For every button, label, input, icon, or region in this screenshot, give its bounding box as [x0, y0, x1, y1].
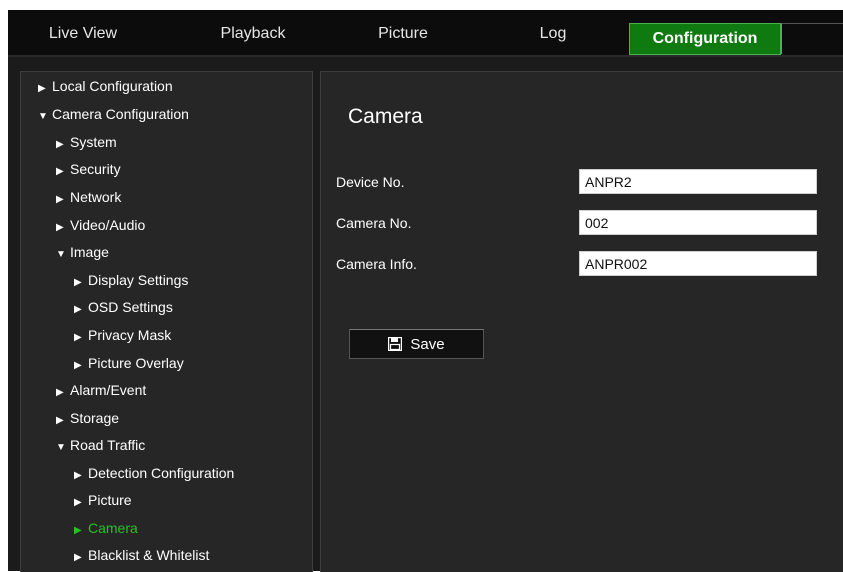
triangle-down-icon: ▼	[56, 442, 66, 453]
sidebar-item-picture[interactable]: ▶ Picture	[74, 489, 132, 511]
sidebar-item-alarm-event[interactable]: ▶ Alarm/Event	[56, 379, 146, 401]
sidebar-item-privacy-mask[interactable]: ▶ Privacy Mask	[74, 324, 171, 346]
tab-live-view[interactable]: Live View	[8, 10, 158, 55]
configuration-sidebar: ▶ Local Configuration ▼ Camera Configurati…	[20, 71, 313, 572]
nav-divider	[781, 23, 843, 54]
sidebar-item-display-settings[interactable]: ▶ Display Settings	[74, 269, 188, 291]
device-no-field[interactable]	[579, 169, 817, 194]
triangle-right-icon: ▶	[74, 332, 82, 343]
sidebar-item-label: Road Traffic	[70, 437, 146, 453]
triangle-down-icon: ▼	[38, 111, 48, 122]
sidebar-item-label: Detection Configuration	[88, 465, 235, 481]
triangle-right-icon: ▶	[56, 139, 64, 150]
sidebar-item-label: Blacklist & Whitelist	[88, 547, 210, 563]
triangle-right-icon: ▶	[56, 194, 64, 205]
triangle-right-icon: ▶	[74, 277, 82, 288]
sidebar-item-video-audio[interactable]: ▶ Video/Audio	[56, 214, 145, 236]
sidebar-item-network[interactable]: ▶ Network	[56, 186, 121, 208]
sidebar-item-blacklist-whitelist[interactable]: ▶ Blacklist & Whitelist	[74, 544, 209, 566]
sidebar-item-label: Video/Audio	[70, 217, 146, 233]
camera-info-field[interactable]	[579, 251, 817, 276]
triangle-right-icon: ▶	[56, 166, 64, 177]
triangle-right-icon: ▶	[38, 83, 46, 94]
sidebar-item-storage[interactable]: ▶ Storage	[56, 407, 119, 429]
triangle-right-icon: ▶	[74, 552, 82, 563]
sidebar-item-label: Storage	[70, 410, 120, 426]
sidebar-item-picture-overlay[interactable]: ▶ Picture Overlay	[74, 352, 184, 374]
sidebar-item-label: Camera Configuration	[52, 106, 189, 122]
tab-configuration[interactable]: Configuration	[629, 23, 781, 55]
tab-picture[interactable]: Picture	[328, 10, 478, 55]
sidebar-item-system[interactable]: ▶ System	[56, 131, 117, 153]
save-button[interactable]: Save	[349, 329, 484, 359]
app-window: Live View Playback Picture Log Configura…	[8, 10, 843, 572]
sidebar-item-label: Network	[70, 189, 122, 205]
floppy-disk-icon	[388, 337, 403, 351]
top-navigation: Live View Playback Picture Log Configura…	[8, 10, 843, 57]
triangle-right-icon: ▶	[56, 387, 64, 398]
device-no-label: Device No.	[336, 174, 405, 190]
camera-settings-panel: Camera Device No. Camera No. Camera Info…	[320, 71, 843, 572]
sidebar-item-camera[interactable]: ▶ Camera	[74, 517, 138, 539]
sidebar-item-label: Security	[70, 161, 121, 177]
sidebar-item-camera-configuration[interactable]: ▼ Camera Configuration	[38, 103, 189, 125]
sidebar-item-label: OSD Settings	[88, 299, 173, 315]
triangle-right-icon: ▶	[74, 304, 82, 315]
sidebar-item-label: Image	[70, 244, 109, 260]
sidebar-item-label: Display Settings	[88, 272, 189, 288]
sidebar-item-detection-configuration[interactable]: ▶ Detection Configuration	[74, 462, 234, 484]
sidebar-item-label: Picture Overlay	[88, 355, 184, 371]
save-button-label: Save	[410, 335, 445, 353]
page-title: Camera	[348, 105, 423, 128]
sidebar-item-label: System	[70, 134, 117, 150]
sidebar-item-label: Alarm/Event	[70, 382, 147, 398]
camera-no-label: Camera No.	[336, 215, 412, 231]
sidebar-item-road-traffic[interactable]: ▼ Road Traffic	[56, 434, 145, 456]
camera-info-label: Camera Info.	[336, 256, 417, 272]
sidebar-item-local-configuration[interactable]: ▶ Local Configuration	[38, 75, 173, 97]
sidebar-item-label: Camera	[88, 520, 138, 536]
triangle-right-icon: ▶	[74, 360, 82, 371]
triangle-right-icon: ▶	[74, 470, 82, 481]
sidebar-item-osd-settings[interactable]: ▶ OSD Settings	[74, 296, 173, 318]
sidebar-item-security[interactable]: ▶ Security	[56, 158, 121, 180]
sidebar-item-label: Local Configuration	[52, 78, 173, 94]
sidebar-item-image[interactable]: ▼ Image	[56, 241, 109, 263]
triangle-right-icon: ▶	[74, 497, 82, 508]
tab-playback[interactable]: Playback	[178, 10, 328, 55]
sidebar-item-label: Picture	[88, 492, 132, 508]
tab-log[interactable]: Log	[478, 10, 628, 55]
triangle-down-icon: ▼	[56, 249, 66, 260]
triangle-right-icon: ▶	[56, 415, 64, 426]
sidebar-item-label: Privacy Mask	[88, 327, 172, 343]
triangle-right-icon: ▶	[56, 222, 64, 233]
camera-no-field[interactable]	[579, 210, 817, 235]
triangle-right-icon: ▶	[74, 525, 82, 536]
